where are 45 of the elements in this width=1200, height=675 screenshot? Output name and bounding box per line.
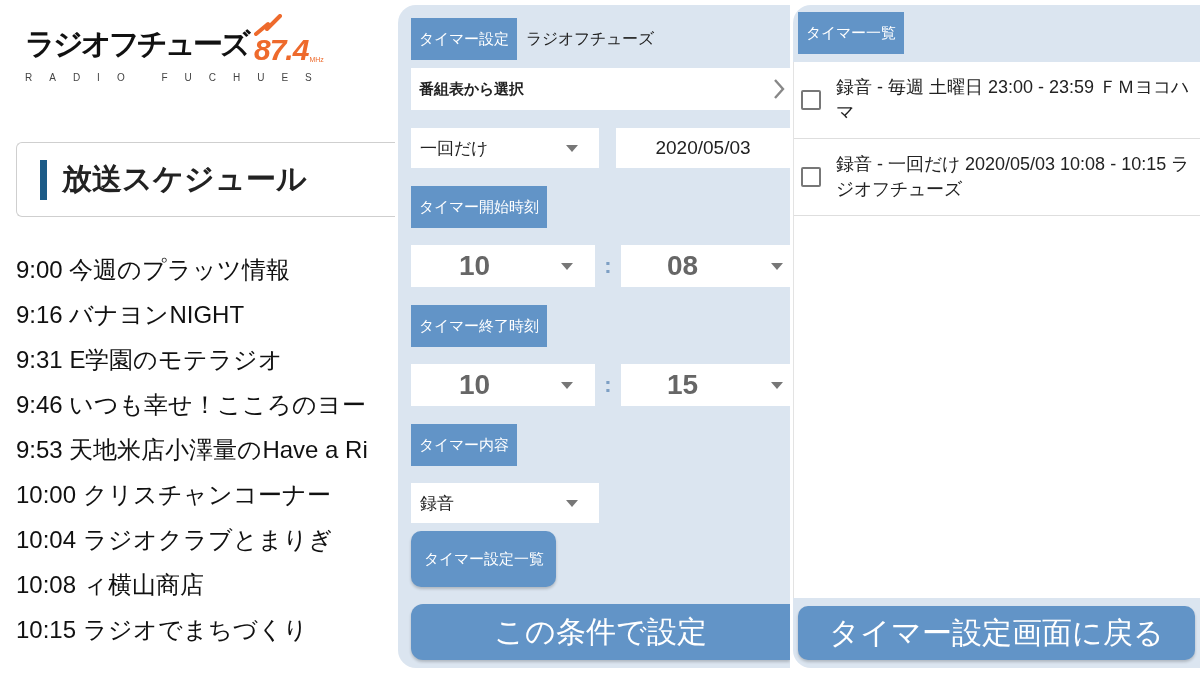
time-separator: : — [603, 253, 613, 279]
lightning-icon — [254, 14, 282, 36]
schedule-item: 10:15 ラジオでまちづくり — [16, 615, 309, 645]
schedule-item: 9:46 いつも幸せ！こころのヨー — [16, 390, 368, 420]
caret-icon — [561, 262, 573, 270]
set-button[interactable]: この条件で設定 — [411, 604, 790, 660]
schedule-item: 9:16 バナヨンNIGHT — [16, 300, 246, 330]
timer-entry: 録音 - 一回だけ 2020/05/03 10:08 - 10:15 ラジオフチューズ — [836, 153, 1191, 201]
schedule-item: 10:04 ラジオクラブとまりぎ — [16, 525, 334, 555]
hour-dropdown[interactable]: 10 — [411, 364, 595, 406]
chevron-icon — [773, 78, 785, 100]
date-field[interactable]: 2020/05/03 — [616, 128, 790, 168]
schedule-item: 9:53 天地米店小澤量のHave a Ri — [16, 435, 369, 465]
repeat-dropdown[interactable]: 一回だけ — [411, 128, 599, 168]
section-label: タイマー開始時刻 — [411, 186, 547, 228]
caret-icon — [566, 499, 578, 507]
station-name: ラジオフチューズ — [526, 28, 654, 49]
logo-wordmark: ラジオフチューズ — [25, 26, 248, 62]
minute-dropdown[interactable]: 08 — [621, 245, 790, 287]
schedule-item: 10:00 クリスチャンコーナー — [16, 480, 332, 510]
minute-dropdown[interactable]: 15 — [621, 364, 790, 406]
frequency-text: 87.4 — [254, 36, 309, 64]
section-label: タイマー一覧 — [798, 12, 904, 54]
caret-icon — [561, 381, 573, 389]
back-button[interactable]: タイマー設定画面に戻る — [798, 606, 1195, 660]
checkbox[interactable] — [801, 90, 821, 110]
schedule-item: 10:08 ィ横山商店 — [16, 570, 205, 600]
program-picker[interactable]: 番組表から選択 — [411, 68, 790, 110]
checkbox[interactable] — [801, 167, 821, 187]
accent-bar-icon — [40, 159, 47, 200]
schedule-item: 9:00 今週のプラッツ情報 — [16, 255, 292, 285]
caret-icon — [771, 262, 783, 270]
schedule-item: 9:31 E学園のモテラジオ — [16, 345, 285, 375]
section-label: タイマー内容 — [411, 424, 517, 466]
timer-entry: 録音 - 毎週 土曜日 23:00 - 23:59 ＦＭヨコハマ — [836, 76, 1191, 124]
time-separator: : — [603, 372, 613, 398]
logo-subtitle: RADIO FUCHUES — [25, 72, 329, 84]
hour-dropdown[interactable]: 10 — [411, 245, 595, 287]
section-label: タイマー設定 — [411, 18, 517, 60]
content-dropdown[interactable]: 録音 — [411, 483, 599, 523]
timer-list-button[interactable]: タイマー設定一覧 — [411, 531, 556, 587]
caret-icon — [771, 381, 783, 389]
schedule-title: 放送スケジュール — [62, 161, 307, 197]
section-label: タイマー終了時刻 — [411, 305, 547, 347]
caret-icon — [566, 144, 578, 152]
